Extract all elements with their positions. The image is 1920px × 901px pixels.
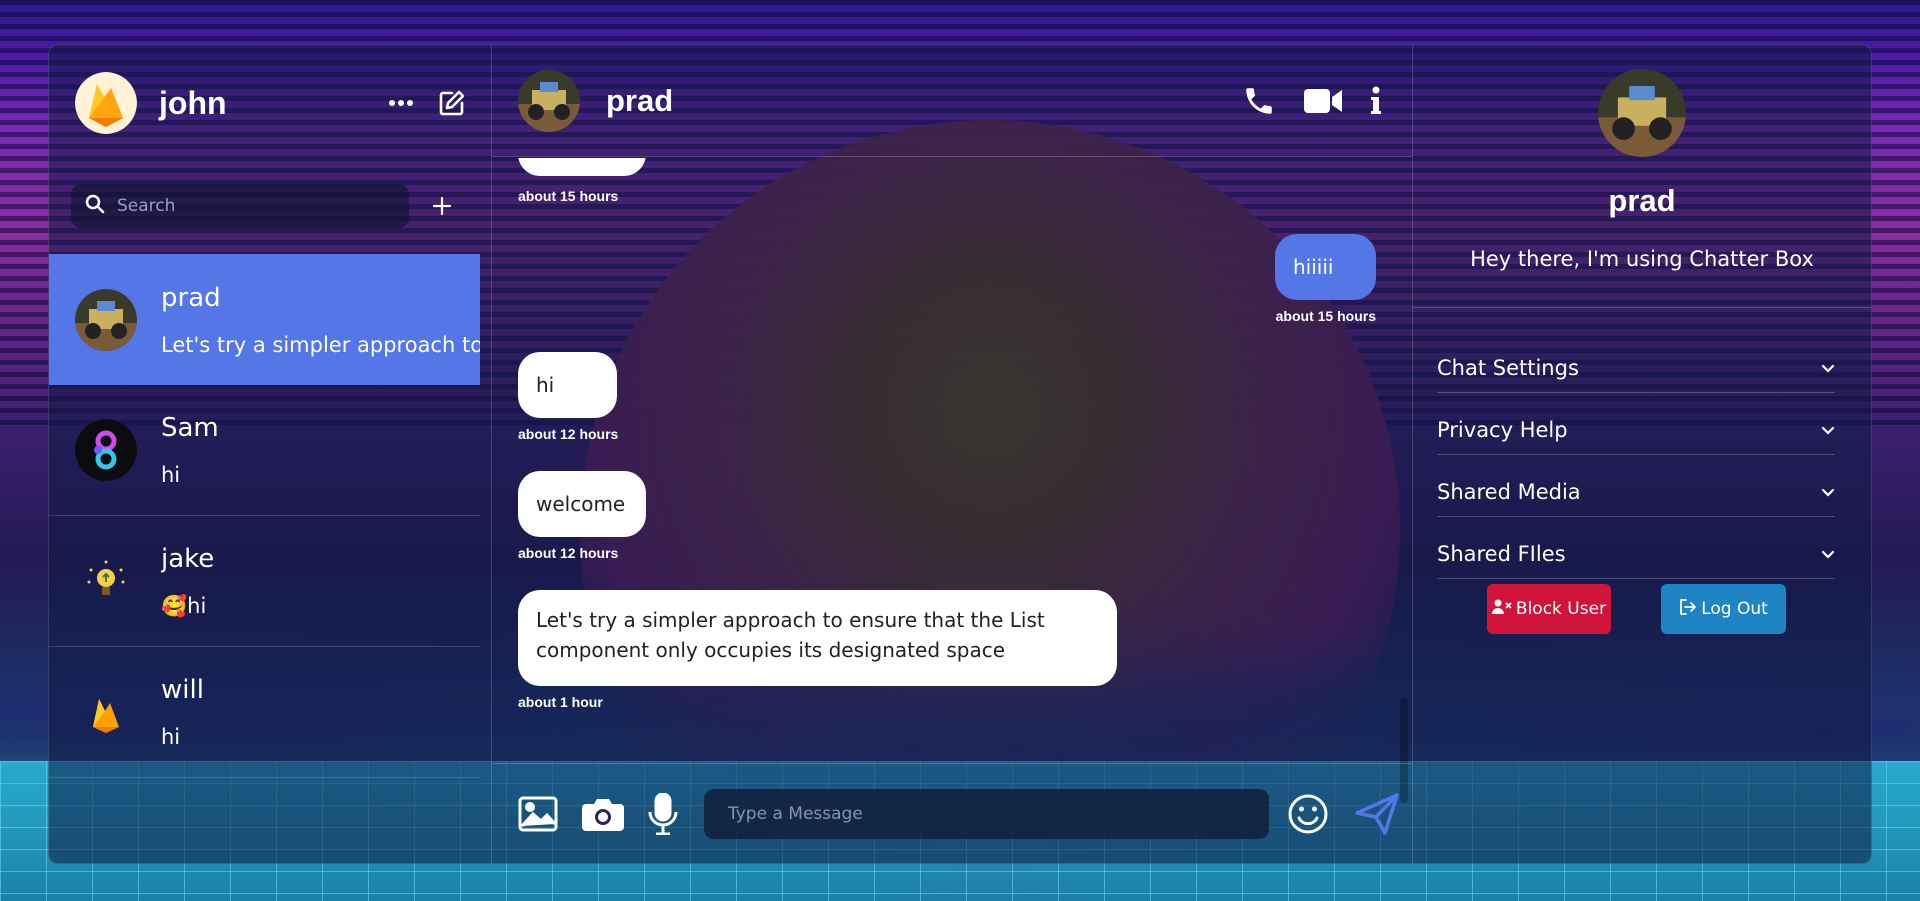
action-buttons: Block User Log Out xyxy=(1487,584,1786,634)
send-icon[interactable] xyxy=(1355,792,1399,835)
more-options-icon[interactable] xyxy=(389,99,413,107)
compose-edit-icon[interactable] xyxy=(439,90,465,116)
message-time: about 15 hours xyxy=(518,188,619,204)
message-bubble: hi xyxy=(518,352,617,418)
section-title: Shared Media xyxy=(1437,479,1581,504)
chat-preview: Let's try a simpler approach to ensure t… xyxy=(161,332,480,357)
log-out-label: Log Out xyxy=(1701,599,1768,619)
avatar xyxy=(75,288,137,351)
chat-name: jake xyxy=(161,543,215,574)
profile-name: prad xyxy=(1608,183,1676,218)
emoji-icon[interactable] xyxy=(1287,793,1329,835)
profile-section: prad Hey there, I'm using Chatter Box xyxy=(1413,45,1871,308)
profile-avatar xyxy=(1598,69,1686,157)
chat-list-panel: john Search prad Let's try a simpler app… xyxy=(49,45,492,863)
chat-preview: hi xyxy=(161,463,181,487)
chat-app: john Search prad Let's try a simpler app… xyxy=(48,44,1872,864)
user-header: john xyxy=(75,71,465,135)
search-row xyxy=(71,183,469,229)
details-panel: prad Hey there, I'm using Chatter Box Ch… xyxy=(1413,45,1871,863)
chevron-down-icon xyxy=(1821,544,1835,563)
chat-preview: 🥰hi xyxy=(161,593,207,618)
message-composer xyxy=(492,763,1412,863)
profile-status: Hey there, I'm using Chatter Box xyxy=(1470,247,1814,271)
add-chat-icon[interactable] xyxy=(433,197,451,215)
section-chat-settings[interactable]: Chat Settings xyxy=(1437,331,1835,393)
chevron-down-icon xyxy=(1821,358,1835,377)
conversation-header: prad xyxy=(492,45,1412,157)
section-shared-files[interactable]: Shared FIles xyxy=(1437,517,1835,579)
message-time: about 12 hours xyxy=(518,426,619,442)
chat-item-prad[interactable]: prad Let's try a simpler approach to ens… xyxy=(49,254,480,385)
message-list[interactable]: about 15 hours hiiiii about 15 hours hi … xyxy=(492,158,1412,806)
camera-icon[interactable] xyxy=(582,797,624,831)
section-privacy-help[interactable]: Privacy Help xyxy=(1437,393,1835,455)
message-sent: hiiiii about 15 hours xyxy=(1275,234,1376,324)
chat-name: will xyxy=(161,675,204,705)
chat-list: prad Let's try a simpler approach to ens… xyxy=(49,254,480,778)
avatar xyxy=(75,419,137,481)
message-bubble xyxy=(518,158,646,176)
avatar xyxy=(75,681,137,743)
chat-item-jake[interactable]: jake 🥰hi xyxy=(49,516,480,647)
chat-item-will[interactable]: will hi xyxy=(49,647,480,778)
log-out-icon xyxy=(1679,598,1697,620)
section-shared-media[interactable]: Shared Media xyxy=(1437,455,1835,517)
video-camera-icon[interactable] xyxy=(1304,87,1342,115)
chat-item-sam[interactable]: Sam hi xyxy=(49,385,480,516)
section-title: Chat Settings xyxy=(1437,355,1579,380)
image-icon[interactable] xyxy=(518,796,558,832)
chat-name: Sam xyxy=(161,413,219,443)
flame-logo-icon xyxy=(93,699,119,733)
block-user-button[interactable]: Block User xyxy=(1487,584,1611,634)
avatar xyxy=(75,550,137,612)
message-bubble: hiiiii xyxy=(1275,234,1376,300)
user-block-icon xyxy=(1491,599,1512,620)
search-box xyxy=(71,184,409,228)
message-input[interactable] xyxy=(704,788,1269,839)
message-time: about 1 hour xyxy=(518,694,603,710)
search-input[interactable] xyxy=(117,196,387,216)
block-user-label: Block User xyxy=(1515,599,1607,619)
chevron-down-icon xyxy=(1821,420,1835,439)
section-title: Shared FIles xyxy=(1437,541,1566,566)
chat-preview: hi xyxy=(161,725,181,749)
message-received: about 15 hours xyxy=(518,158,646,204)
log-out-button[interactable]: Log Out xyxy=(1661,584,1786,634)
message-received: welcome about 12 hours xyxy=(518,471,646,561)
message-received: hi about 12 hours xyxy=(518,352,618,442)
search-icon xyxy=(85,194,105,218)
flame-logo-icon xyxy=(75,72,137,134)
info-icon[interactable] xyxy=(1370,86,1382,116)
section-title: Privacy Help xyxy=(1437,417,1568,442)
conversation-avatar[interactable] xyxy=(518,69,580,132)
microphone-icon[interactable] xyxy=(648,792,678,835)
message-bubble: Let's try a simpler approach to ensure t… xyxy=(518,590,1117,686)
user-avatar[interactable] xyxy=(75,72,137,134)
message-time: about 15 hours xyxy=(1275,308,1376,324)
current-user-name: john xyxy=(159,84,227,121)
details-accordion: Chat Settings Privacy Help Shared Media … xyxy=(1437,331,1835,579)
chat-name: prad xyxy=(161,282,221,313)
message-time: about 12 hours xyxy=(518,545,619,561)
chevron-down-icon xyxy=(1821,482,1835,501)
phone-icon[interactable] xyxy=(1242,84,1276,118)
conversation-name: prad xyxy=(606,82,674,118)
conversation-panel: prad about 15 hours hiiiii about 15 hour… xyxy=(492,45,1413,863)
message-received: Let's try a simpler approach to ensure t… xyxy=(518,590,1117,710)
message-bubble: welcome xyxy=(518,471,646,537)
